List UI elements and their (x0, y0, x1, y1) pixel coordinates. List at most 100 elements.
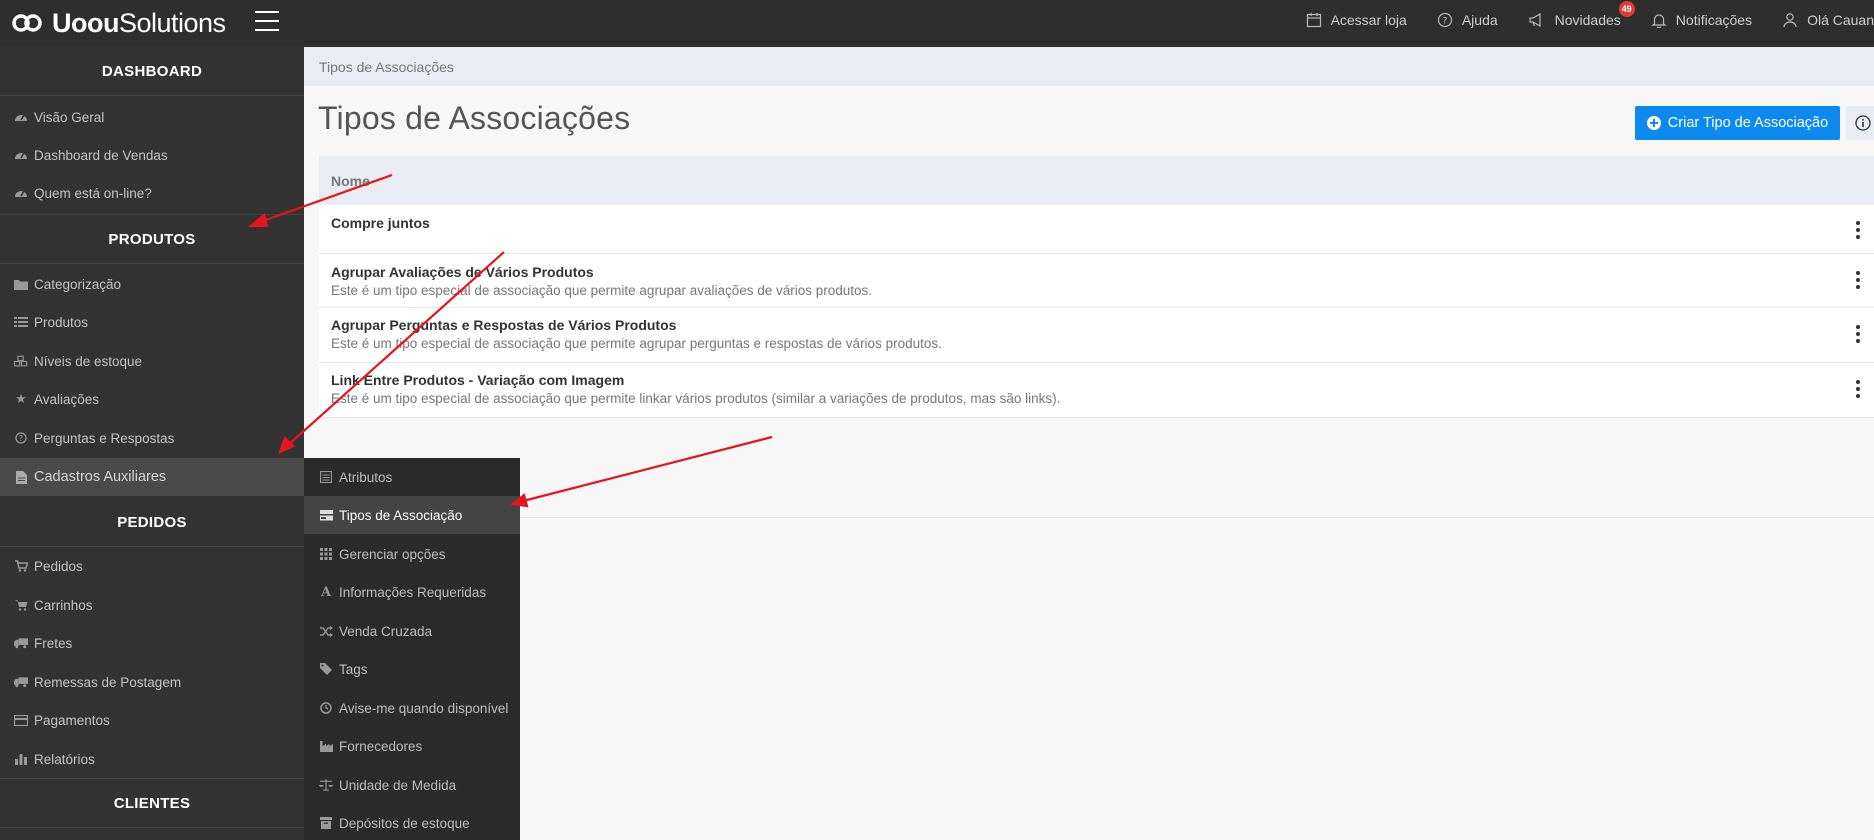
sidebar-item-label: Pagamentos (34, 712, 110, 728)
sidebar-item-visao-geral[interactable]: Visão Geral (0, 98, 304, 136)
notifications-link[interactable]: Notificações (1650, 12, 1752, 28)
table-header-nome[interactable]: Nome (319, 156, 1874, 205)
logo-icon (12, 14, 42, 32)
submenu-item-tags[interactable]: Tags (304, 650, 520, 688)
sidebar-item-perguntas-respostas[interactable]: ? Perguntas e Respostas (0, 419, 304, 457)
sidebar-item-niveis-estoque[interactable]: Níveis de estoque (0, 342, 304, 380)
sidebar-item-fretes[interactable]: Fretes (0, 624, 304, 662)
submenu-item-fornecedores[interactable]: Fornecedores (304, 727, 520, 765)
dashboard-gauge-icon (14, 186, 28, 200)
sidebar-item-cadastros-auxiliares[interactable]: Cadastros Auxiliares (0, 458, 304, 496)
submenu-item-tipos-associacao[interactable]: Tipos de Associação (304, 496, 520, 534)
breadcrumb: Tipos de Associações (304, 47, 1874, 86)
sidebar-item-label: Avaliações (34, 391, 100, 407)
content-divider (520, 517, 1874, 518)
annotation-arrow (522, 435, 773, 503)
table-row[interactable]: Link Entre Produtos - Variação com Image… (319, 363, 1874, 418)
truck-icon (14, 636, 28, 650)
submenu-item-label: Tipos de Associação (339, 507, 463, 523)
store-link-label: Acessar loja (1330, 12, 1407, 28)
news-link[interactable]: Novidades 49 (1528, 1, 1635, 28)
star-icon: ★ (15, 391, 27, 406)
submenu-item-label: Venda Cruzada (339, 623, 433, 639)
megaphone-icon (1529, 12, 1541, 28)
submenu-item-label: Informações Requeridas (339, 584, 487, 600)
submenu-item-atributos[interactable]: Atributos (304, 458, 520, 496)
submenu-item-label: Depósitos de estoque (339, 815, 470, 831)
table-row[interactable]: Compre juntos (319, 205, 1874, 254)
help-link-label: Ajuda (1461, 12, 1498, 28)
sidebar-item-avaliacoes[interactable]: ★ Avaliações (0, 380, 304, 418)
dashboard-gauge-icon (14, 110, 28, 124)
page-title: Tipos de Associações (318, 100, 631, 136)
sidebar-item-label: Visão Geral (34, 109, 105, 125)
sidebar: DASHBOARD Visão Geral Dashboard de Venda… (0, 47, 304, 840)
sidebar-item-label: Cadastros Auxiliares (34, 469, 167, 485)
sidebar-item-label: Dashboard de Vendas (34, 147, 168, 163)
sidebar-item-label: Fretes (34, 635, 73, 651)
submenu-item-gerenciar-opcoes[interactable]: Gerenciar opções (304, 535, 520, 573)
breadcrumb-current[interactable]: Tipos de Associações (319, 59, 454, 75)
submenu-item-venda-cruzada[interactable]: Venda Cruzada (304, 612, 520, 650)
sidebar-item-label: Perguntas e Respostas (34, 430, 175, 446)
sidebar-item-quem-online[interactable]: Quem está on-line? (0, 174, 304, 212)
sidebar-item-label: Quem está on-line? (34, 185, 152, 201)
user-menu[interactable]: Olá Cauan (1782, 12, 1874, 28)
row-actions-kebab-icon[interactable] (1855, 325, 1861, 346)
sidebar-item-remessas-postagem[interactable]: Remessas de Postagem (0, 663, 304, 701)
sidebar-section-clientes: CLIENTES (0, 779, 304, 828)
sidebar-item-categorizacao[interactable]: Categorização (0, 265, 304, 303)
store-link[interactable]: Acessar loja (1306, 12, 1407, 28)
submenu-item-label: Avise-me quando disponível (339, 700, 509, 716)
row-actions-kebab-icon[interactable] (1855, 221, 1861, 242)
tasks-icon (319, 508, 333, 522)
submenu-item-label: Atributos (339, 469, 393, 485)
logo[interactable]: UoouSolutions (12, 4, 226, 42)
sidebar-item-carrinhos[interactable]: Carrinhos (0, 586, 304, 624)
create-association-type-button[interactable]: Criar Tipo de Associação (1635, 106, 1840, 140)
submenu-item-label: Tags (339, 661, 368, 677)
sidebar-section-produtos: PRODUTOS (0, 215, 304, 264)
submenu-item-avise-me[interactable]: Avise-me quando disponível (304, 689, 520, 727)
submenu-item-depositos-estoque[interactable]: Depósitos de estoque (304, 804, 520, 840)
menu-toggle-icon[interactable] (255, 10, 279, 32)
shuffle-icon (319, 624, 333, 638)
logo-text: UoouSolutions (52, 7, 226, 38)
balance-scale-icon (319, 778, 333, 792)
sidebar-item-pedidos[interactable]: Pedidos (0, 547, 304, 585)
list-icon (14, 315, 28, 329)
submenu-item-label: Unidade de Medida (339, 777, 457, 793)
tags-icon (319, 662, 333, 676)
sidebar-item-label: Categorização (34, 276, 122, 292)
grid-icon (319, 547, 333, 561)
archive-icon (319, 816, 333, 830)
sidebar-item-relatorios[interactable]: Relatórios (0, 740, 304, 778)
table-row[interactable]: Agrupar Perguntas e Respostas de Vários … (319, 308, 1874, 363)
svg-text:?: ? (1442, 17, 1447, 27)
sidebar-item-pagamentos[interactable]: Pagamentos (0, 701, 304, 739)
news-count-badge: 49 (1618, 1, 1635, 17)
row-description: Este é um tipo especial de associação qu… (331, 283, 873, 298)
submenu-item-unidade-medida[interactable]: Unidade de Medida (304, 766, 520, 804)
clock-icon (319, 701, 333, 715)
submenu-item-label: Fornecedores (339, 738, 423, 754)
sidebar-item-produtos[interactable]: Produtos (0, 303, 304, 341)
table-row[interactable]: Agrupar Avaliações de Vários Produtos Es… (319, 254, 1874, 308)
info-button[interactable] (1846, 106, 1874, 140)
user-icon (1783, 13, 1797, 28)
row-actions-kebab-icon[interactable] (1855, 380, 1861, 401)
cubes-icon (14, 354, 28, 368)
cadastros-auxiliares-submenu: Atributos Tipos de Associação Gerenciar … (304, 458, 520, 840)
help-link[interactable]: ? Ajuda (1437, 12, 1498, 28)
sidebar-item-label: Produtos (34, 314, 89, 330)
news-link-label: Novidades (1554, 12, 1621, 28)
sidebar-item-dashboard-vendas[interactable]: Dashboard de Vendas (0, 136, 304, 174)
row-actions-kebab-icon[interactable] (1855, 271, 1861, 292)
bell-icon (1650, 14, 1667, 28)
sidebar-item-label: Relatórios (34, 751, 95, 767)
question-circle-icon: ? (14, 431, 28, 445)
submenu-item-informacoes-requeridas[interactable]: A Informações Requeridas (304, 573, 520, 611)
industry-icon (319, 739, 333, 753)
top-actions: Acessar loja ? Ajuda Novidades 49 Notifi… (1276, 0, 1874, 40)
bar-chart-icon (14, 752, 28, 766)
